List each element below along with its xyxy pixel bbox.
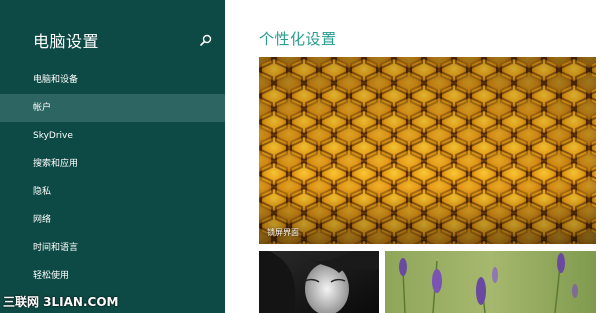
sidebar-item-label: SkyDrive: [33, 131, 73, 141]
sidebar-item-label: 时间和语言: [33, 243, 79, 253]
sidebar-item-time-and-language[interactable]: 时间和语言: [0, 234, 225, 262]
tile-lock-screen[interactable]: 锁屏界面: [259, 57, 596, 244]
search-button[interactable]: [199, 32, 213, 46]
sidebar-item-label: 隐私: [33, 187, 52, 197]
sidebar-title: 电脑设置: [33, 32, 100, 51]
sidebar-item-label: 轻松使用: [33, 271, 70, 281]
page-title: 个性化设置: [259, 30, 337, 48]
sidebar-item-label: 电脑和设备: [33, 75, 79, 85]
black-white-portrait-photo: [259, 251, 379, 313]
pc-settings-window: 电脑设置 电脑和设备 帐户 SkyDrive 搜索和应用 隐私 网络 时间和语言…: [0, 0, 600, 313]
sidebar-item-search-and-apps[interactable]: 搜索和应用: [0, 150, 225, 178]
sidebar-nav: 电脑和设备 帐户 SkyDrive 搜索和应用 隐私 网络 时间和语言 轻松使用: [0, 66, 225, 290]
tile-background-lavender[interactable]: [385, 251, 596, 313]
lavender-flowers-photo: [385, 251, 596, 313]
sidebar-item-ease-of-access[interactable]: 轻松使用: [0, 262, 225, 290]
sidebar-item-accounts[interactable]: 帐户: [0, 94, 225, 122]
tile-label: 锁屏界面: [267, 228, 299, 237]
sidebar-item-network[interactable]: 网络: [0, 206, 225, 234]
sidebar-item-skydrive[interactable]: SkyDrive: [0, 122, 225, 150]
sidebar: 电脑设置 电脑和设备 帐户 SkyDrive 搜索和应用 隐私 网络 时间和语言…: [0, 0, 225, 313]
honeycomb-photo: [259, 57, 596, 244]
tile-background-portrait[interactable]: [259, 251, 379, 313]
search-icon: [200, 34, 212, 46]
sidebar-item-label: 帐户: [33, 103, 52, 113]
sidebar-item-label: 搜索和应用: [33, 159, 79, 169]
sidebar-item-label: 网络: [33, 215, 52, 225]
sidebar-item-pc-and-devices[interactable]: 电脑和设备: [0, 66, 225, 94]
sidebar-item-privacy[interactable]: 隐私: [0, 178, 225, 206]
